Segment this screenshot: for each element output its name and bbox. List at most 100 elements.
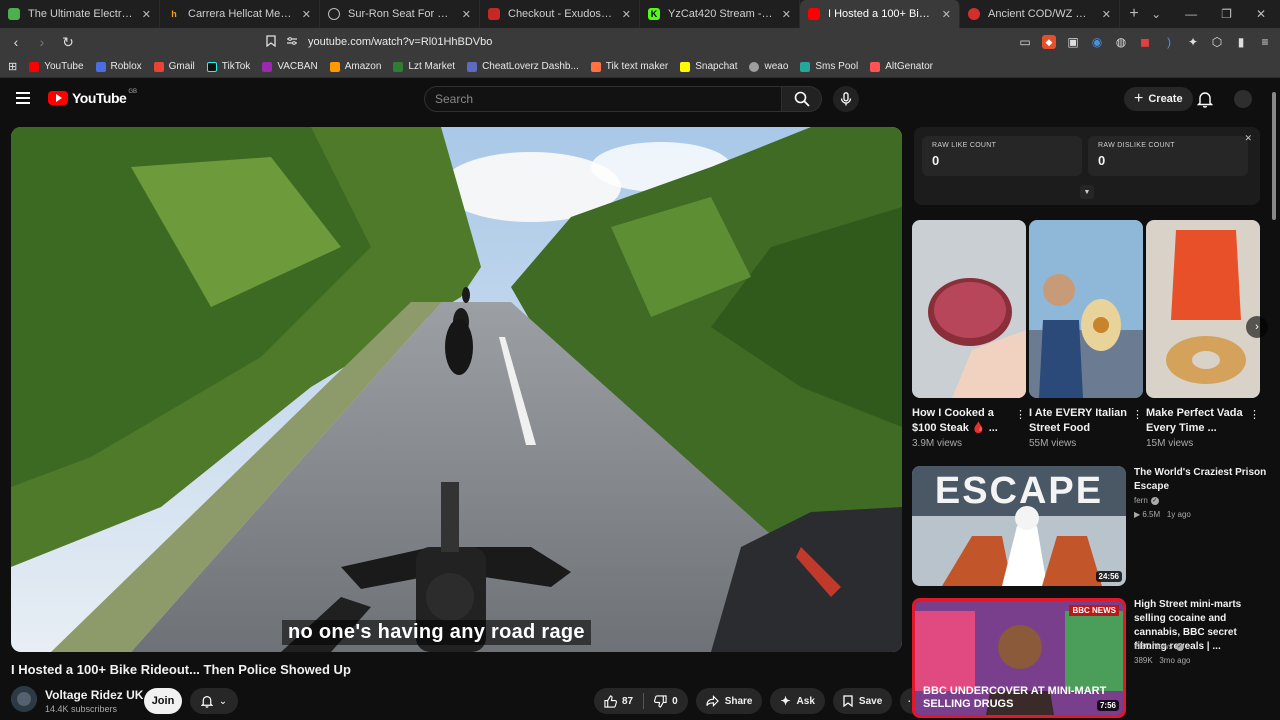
bookmark-weao[interactable]: weao — [749, 61, 788, 72]
menu-icon[interactable]: ≡ — [1258, 35, 1272, 49]
video-title[interactable]: The World's Craziest Prison Escape — [1134, 466, 1270, 494]
short-title[interactable]: Make Perfect Vada Every Time ... — [1146, 406, 1260, 436]
short-card[interactable]: How I Cooked a $100 Steak 🩸 ... 3.9M vie… — [912, 220, 1026, 449]
short-card[interactable]: I Ate EVERY Italian Street Food 55M view… — [1029, 220, 1143, 449]
share-button[interactable]: Share — [695, 688, 763, 714]
browser-tab[interactable]: Checkout - Exudos | Cheap Market ✕ — [480, 0, 640, 28]
bookmark-vacban[interactable]: VACBAN — [262, 61, 318, 72]
thumbs-up-icon — [604, 694, 617, 708]
close-icon[interactable]: ✕ — [1244, 133, 1252, 144]
raw-dislike-card: RAW DISLIKE COUNT 0 — [1088, 136, 1248, 176]
browser-tab[interactable]: h Carrera Hellcat Mens Mountain Bike ✕ — [160, 0, 320, 28]
tab-close-icon[interactable]: ✕ — [302, 8, 311, 21]
channel-name[interactable]: Voltage Ridez UK — [45, 688, 143, 702]
browser-tab-strip: The Ultimate Electric 2000W 52V 50 ✕ h C… — [0, 0, 1280, 28]
extensions-puzzle-icon[interactable]: ✦ — [1186, 35, 1200, 49]
short-thumbnail[interactable] — [912, 220, 1026, 398]
tab-close-icon[interactable]: ✕ — [1102, 8, 1111, 21]
video-thumbnail[interactable]: BBC NEWS BBC UNDERCOVER AT MINI-MART SEL… — [912, 598, 1126, 718]
short-title[interactable]: How I Cooked a $100 Steak 🩸 ... — [912, 406, 1026, 436]
close-window-icon[interactable]: ✕ — [1256, 7, 1266, 21]
create-button[interactable]: + Create — [1124, 87, 1193, 111]
page-scrollbar[interactable] — [1272, 92, 1276, 220]
browser-tab[interactable]: Ancient COD/WZ Cheat (incl Spoof ✕ — [960, 0, 1120, 28]
channel-line[interactable]: BBC News ✓ — [1134, 642, 1184, 651]
maximize-icon[interactable]: ❐ — [1221, 7, 1232, 21]
short-thumbnail[interactable] — [1146, 220, 1260, 398]
chevron-right-icon[interactable]: › — [1246, 316, 1268, 338]
reload-icon[interactable]: ↻ — [60, 34, 76, 50]
short-card[interactable]: Make Perfect Vada Every Time ... 15M vie… — [1146, 220, 1260, 449]
bookmark-gmail[interactable]: Gmail — [153, 61, 195, 72]
bookmark-youtube[interactable]: YouTube — [29, 61, 84, 72]
extension-icon[interactable]: ◍ — [1114, 35, 1128, 49]
hamburger-menu-icon[interactable] — [16, 92, 30, 104]
brave-shield-icon[interactable]: ◆ — [1042, 35, 1056, 49]
address-bar[interactable]: youtube.com/watch?v=Rl01HhBDVbo — [266, 31, 986, 53]
extension-icon[interactable]: ◉ — [1090, 35, 1104, 49]
tab-close-icon[interactable]: ✕ — [782, 8, 791, 21]
bookmark-lzt-market[interactable]: Lzt Market — [393, 61, 455, 72]
back-icon[interactable]: ‹ — [8, 34, 24, 50]
browser-tab[interactable]: Sur-Ron Seat For E-Bike Conversion ✕ — [320, 0, 480, 28]
bookmark-amazon[interactable]: Amazon — [329, 61, 381, 72]
tab-close-icon[interactable]: ✕ — [622, 8, 631, 21]
url-text[interactable]: youtube.com/watch?v=Rl01HhBDVbo — [308, 36, 492, 48]
browser-tab[interactable]: The Ultimate Electric 2000W 52V 50 ✕ — [0, 0, 160, 28]
expand-caret-icon[interactable]: ▼ — [1080, 185, 1094, 199]
site-info-icon[interactable] — [286, 36, 298, 49]
channel-name[interactable]: BBC News — [1134, 642, 1173, 651]
new-tab-icon[interactable]: + — [1120, 0, 1148, 28]
search-input[interactable]: Search — [424, 86, 782, 112]
cast-icon[interactable]: ▭ — [1018, 35, 1032, 49]
kebab-menu-icon[interactable]: ⋮ — [1132, 408, 1143, 421]
extension-icon[interactable]: ) — [1162, 35, 1176, 49]
video-frame — [11, 127, 902, 652]
browser-tab-active[interactable]: I Hosted a 100+ Bike Rideout... ✕ — [800, 0, 960, 28]
short-title[interactable]: I Ate EVERY Italian Street Food — [1029, 406, 1143, 436]
browser-tab[interactable]: K YzCat420 Stream - Watch Live on K ✕ — [640, 0, 800, 28]
save-button[interactable]: Save — [832, 688, 893, 714]
tab-search-icon[interactable]: ⌄ — [1151, 7, 1161, 21]
channel-line[interactable]: fern ✓ — [1134, 496, 1159, 505]
window-controls: ⌄ — ❐ ✕ — [1151, 7, 1280, 21]
sidebar-icon[interactable]: ▮ — [1234, 35, 1248, 49]
bookmark-cheatloverz[interactable]: CheatLoverz Dashb... — [467, 61, 579, 72]
bookmark-altgenator[interactable]: AltGenator — [870, 61, 933, 72]
tab-close-icon[interactable]: ✕ — [142, 8, 151, 21]
like-button[interactable]: 87 — [594, 694, 643, 708]
bookmark-page-icon[interactable] — [266, 34, 276, 50]
subscription-bell-button[interactable]: ⌄ — [190, 688, 238, 714]
channel-name[interactable]: fern — [1134, 496, 1148, 505]
recommended-video[interactable]: ESCAPE 24:56 The World's Craziest Prison… — [912, 466, 1272, 586]
video-player[interactable] — [11, 127, 902, 652]
extension-icon[interactable]: ◼ — [1138, 35, 1152, 49]
join-button[interactable]: Join — [144, 688, 182, 714]
short-thumbnail[interactable] — [1029, 220, 1143, 398]
dislike-button[interactable]: 0 — [644, 694, 688, 708]
bookmark-tik-text-maker[interactable]: Tik text maker — [590, 61, 668, 72]
apps-grid-icon[interactable]: ⊞ — [8, 60, 17, 73]
youtube-logo[interactable]: YouTube GB — [48, 89, 137, 106]
recommended-video[interactable]: BBC NEWS BBC UNDERCOVER AT MINI-MART SEL… — [912, 598, 1272, 718]
bookmark-roblox[interactable]: Roblox — [95, 61, 142, 72]
tab-close-icon[interactable]: ✕ — [462, 8, 471, 21]
kebab-menu-icon[interactable]: ⋮ — [1249, 408, 1260, 421]
short-views: 3.9M views — [912, 438, 963, 449]
tab-close-icon[interactable]: ✕ — [942, 8, 951, 21]
voice-search-button[interactable] — [833, 86, 859, 112]
account-avatar[interactable] — [1234, 90, 1252, 108]
extension-icon[interactable]: ⬡ — [1210, 35, 1224, 49]
bookmark-sms-pool[interactable]: Sms Pool — [800, 61, 858, 72]
forward-icon[interactable]: › — [34, 34, 50, 50]
extension-icon[interactable]: ▣ — [1066, 35, 1080, 49]
video-thumbnail[interactable]: ESCAPE 24:56 — [912, 466, 1126, 586]
search-button[interactable] — [782, 86, 822, 112]
bookmark-tiktok[interactable]: TikTok — [206, 61, 250, 72]
bookmark-snapchat[interactable]: Snapchat — [680, 61, 737, 72]
kebab-menu-icon[interactable]: ⋮ — [1015, 408, 1026, 421]
notifications-bell-icon[interactable] — [1196, 90, 1214, 108]
channel-avatar[interactable] — [11, 686, 37, 712]
ask-button[interactable]: ✦ Ask — [770, 688, 825, 714]
minimize-icon[interactable]: — — [1185, 7, 1197, 21]
